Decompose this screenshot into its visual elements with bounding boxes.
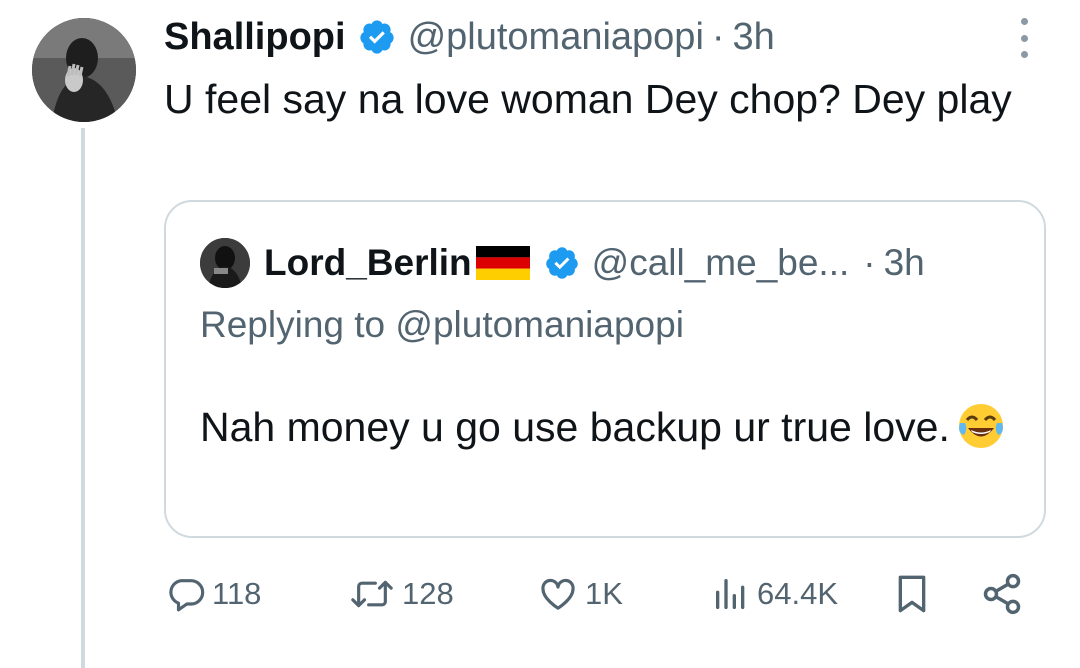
verified-badge-icon — [544, 245, 580, 281]
quoted-author-name[interactable]: Lord_Berlin — [264, 242, 472, 284]
tweet-time[interactable]: 3h — [733, 16, 775, 59]
bookmark-button[interactable] — [892, 572, 932, 616]
views-button[interactable]: 64.4K — [711, 572, 838, 616]
replying-to-handle[interactable]: @plutomaniapopi — [395, 304, 684, 345]
repost-icon — [351, 580, 393, 608]
quoted-author-avatar[interactable] — [200, 238, 250, 288]
quoted-tweet-text: Nah money u go use backup ur true love. — [200, 396, 1020, 458]
like-icon — [541, 578, 575, 610]
reply-icon — [169, 579, 205, 612]
author-avatar[interactable] — [32, 18, 136, 122]
like-count: 1K — [585, 576, 623, 611]
author-handle[interactable]: @plutomaniapopi — [408, 16, 704, 59]
separator-dot: · — [863, 242, 876, 283]
quoted-tweet-body: Nah money u go use backup ur true love. — [200, 404, 950, 450]
replying-to: Replying to @plutomaniapopi — [200, 304, 684, 346]
replying-to-label: Replying to — [200, 304, 396, 345]
author-name[interactable]: Shallipopi — [164, 16, 346, 59]
like-button[interactable]: 1K — [537, 572, 623, 616]
quoted-author-handle[interactable]: @call_me_be... — [592, 242, 850, 284]
reply-button[interactable]: 118 — [166, 572, 261, 616]
germany-flag-icon — [475, 246, 530, 280]
repost-button[interactable]: 128 — [348, 572, 454, 616]
views-icon — [716, 579, 745, 609]
separator-dot: · — [711, 15, 725, 58]
views-count: 64.4K — [757, 576, 839, 611]
bookmark-icon — [898, 575, 926, 613]
face-with-tears-of-joy-icon — [956, 401, 1006, 451]
quoted-tweet-time[interactable]: 3h — [884, 242, 925, 284]
verified-badge-icon — [358, 18, 396, 56]
repost-count: 128 — [402, 576, 454, 611]
share-button[interactable] — [980, 572, 1024, 616]
reply-count: 118 — [212, 576, 262, 611]
tweet-header: Shallipopi @plutomaniapopi · 3h — [164, 12, 775, 62]
share-icon — [983, 573, 1021, 615]
quoted-tweet-header: Lord_Berlin @call_me_be... · 3h — [200, 238, 925, 288]
more-options-icon[interactable] — [1014, 18, 1034, 58]
quoted-tweet[interactable]: Lord_Berlin @call_me_be... · 3h Replying… — [164, 200, 1046, 538]
action-bar: 118 128 1K 64.4K — [0, 572, 1080, 616]
tweet-text: U feel say na love woman Dey chop? Dey p… — [164, 76, 1012, 122]
